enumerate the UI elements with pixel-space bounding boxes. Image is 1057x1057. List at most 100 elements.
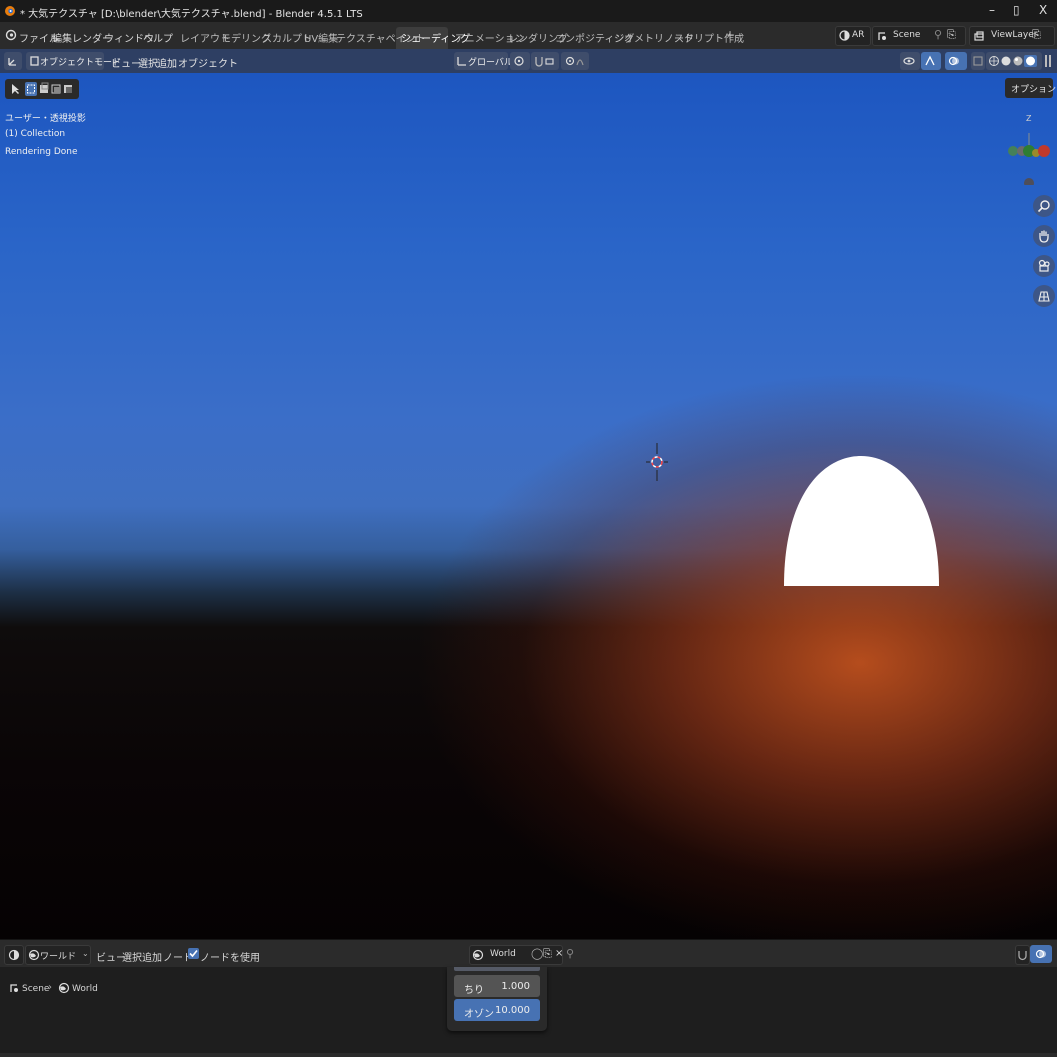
scene-selector[interactable]: Scene ⚲ ⎘ <box>872 26 966 46</box>
select-cursor-icon <box>12 84 19 94</box>
node-editor-type-button[interactable] <box>4 945 24 965</box>
camera-view-button[interactable] <box>1033 255 1055 277</box>
checkmark-icon <box>189 949 198 958</box>
snap-button[interactable] <box>531 52 559 70</box>
ozone-label: オゾン <box>464 1009 494 1020</box>
world-selector[interactable]: World ◯ ⎘ × <box>469 945 563 965</box>
breadcrumb-world: World <box>72 984 98 994</box>
node-overlay-button[interactable] <box>1030 945 1052 963</box>
world-data-icon <box>472 949 484 961</box>
mode-label: オブジェクトモード <box>40 58 122 68</box>
tab-uv-editing[interactable]: UV編集 <box>304 30 338 45</box>
editor-type-button[interactable] <box>4 52 22 70</box>
gizmo-icon <box>925 55 935 66</box>
minimize-button[interactable]: – <box>989 3 995 17</box>
sun-disk <box>784 456 939 586</box>
transform-orientation-dropdown[interactable]: グローバル <box>454 52 513 70</box>
new-scene-icon[interactable]: ⎘ <box>947 28 956 42</box>
cut-off-row <box>454 967 540 971</box>
options-label: オプション <box>1011 85 1057 95</box>
overlay-icon <box>1035 949 1046 959</box>
world-icon <box>58 982 70 994</box>
magnet-icon <box>1018 951 1027 961</box>
eye-icon <box>903 57 915 65</box>
dust-slider[interactable]: ちり 1.000 <box>454 975 540 997</box>
shader-type-dropdown[interactable]: ワールド ⌄ <box>25 945 91 965</box>
viewport-menu-add[interactable]: 追加 <box>157 55 177 70</box>
ar-label: AR <box>852 30 865 40</box>
zoom-icon <box>1037 200 1050 213</box>
viewport-menu-view[interactable]: ビュー <box>111 55 141 70</box>
use-nodes-checkbox[interactable] <box>188 948 199 959</box>
collection-label: (1) Collection <box>5 129 66 139</box>
fake-user-icon[interactable]: ◯ <box>531 947 543 960</box>
3d-viewport[interactable]: オプション ユーザー・透視投影 (1) Collection Rendering… <box>0 73 1057 939</box>
camera-icon <box>1038 259 1050 272</box>
window-title: * 大気テクスチャ [D:\blender\大気テクスチャ.blend] - B… <box>20 9 363 20</box>
orientation-icon <box>457 57 466 66</box>
add-workspace-button[interactable]: + <box>725 28 735 42</box>
viewport-header: オブジェクトモード ビュー 選択 追加 オブジェクト グローバル <box>0 49 1057 73</box>
scene-name: Scene <box>893 30 921 40</box>
xray-icon <box>973 56 983 66</box>
blender-logo-icon <box>4 5 16 17</box>
world-name: World <box>490 949 516 959</box>
navigation-gizmo-icon[interactable] <box>1006 125 1052 185</box>
use-nodes-label[interactable]: ノードを使用 <box>200 949 260 964</box>
pin-icon[interactable]: ⚲ <box>934 28 942 41</box>
overlay-icon <box>948 56 959 66</box>
dust-value: 1.000 <box>501 981 530 992</box>
view-layer-icon <box>974 31 984 41</box>
new-view-layer-icon[interactable]: ⎘ <box>1032 28 1041 42</box>
menu-help[interactable]: ヘルプ <box>143 30 173 45</box>
sidebar-toggle-handle[interactable] <box>1045 55 1047 67</box>
grid-icon <box>1038 291 1050 302</box>
zoom-button[interactable] <box>1033 195 1055 217</box>
dust-label: ちり <box>464 985 484 996</box>
close-button[interactable]: X <box>1039 3 1047 17</box>
node-menu-select[interactable]: 選択 <box>122 949 142 964</box>
visibility-button[interactable] <box>900 52 920 70</box>
overlay-toggle-button[interactable] <box>945 52 967 70</box>
unlink-icon[interactable]: × <box>555 948 563 959</box>
ar-selector[interactable]: AR <box>835 26 871 46</box>
pin-icon[interactable]: ⚲ <box>566 947 574 960</box>
proportional-icon <box>565 56 584 66</box>
ozone-value: 10.000 <box>495 1005 530 1016</box>
object-mode-icon <box>30 56 39 66</box>
node-menu-add[interactable]: 追加 <box>142 949 162 964</box>
ozone-slider[interactable]: オゾン 10.000 <box>454 999 540 1021</box>
node-editor-header: ワールド ⌄ ビュー 選択 追加 ノード ノードを使用 World ◯ ⎘ × … <box>0 939 1057 968</box>
select-tool-bar <box>5 79 79 99</box>
proportional-editing-button[interactable] <box>561 52 589 70</box>
scene-icon <box>10 984 18 992</box>
snap-icon <box>535 57 554 67</box>
shading-mode-icons <box>989 55 1037 67</box>
xray-toggle-button[interactable] <box>971 52 985 70</box>
duplicate-icon[interactable]: ⎘ <box>543 947 552 961</box>
view-layer-name: ViewLayer <box>991 30 1038 40</box>
pivot-icon <box>514 56 524 66</box>
world-icon <box>28 949 40 961</box>
pan-button[interactable] <box>1033 225 1055 247</box>
ar-icon <box>839 30 850 41</box>
viewport-menu-object[interactable]: オブジェクト <box>178 55 238 70</box>
viewport-menu-select[interactable]: 選択 <box>138 55 158 70</box>
gizmo-toggle-button[interactable] <box>921 52 941 70</box>
hand-icon <box>1039 230 1049 243</box>
mode-dropdown[interactable]: オブジェクトモード <box>26 52 121 70</box>
perspective-toggle-button[interactable] <box>1033 285 1055 307</box>
selection-mode-icons <box>25 82 72 96</box>
shading-mode-buttons[interactable] <box>986 52 1042 70</box>
snap-node-button[interactable] <box>1015 945 1030 965</box>
sidebar-toggle-handle-2[interactable] <box>1049 55 1051 67</box>
view-layer-selector[interactable]: ViewLayer ⎘ <box>969 26 1055 46</box>
maximize-button[interactable]: ▯ <box>1013 3 1020 17</box>
blender-menu-icon[interactable] <box>5 29 17 41</box>
title-bar: * 大気テクスチャ [D:\blender\大気テクスチャ.blend] - B… <box>0 0 1057 22</box>
menu-edit[interactable]: 編集 <box>52 30 72 45</box>
pivot-point-button[interactable] <box>510 52 530 70</box>
options-dropdown[interactable]: オプション <box>1005 78 1057 98</box>
status-bar <box>0 1053 1057 1057</box>
chevron-down-icon: ⌄ <box>82 949 89 958</box>
